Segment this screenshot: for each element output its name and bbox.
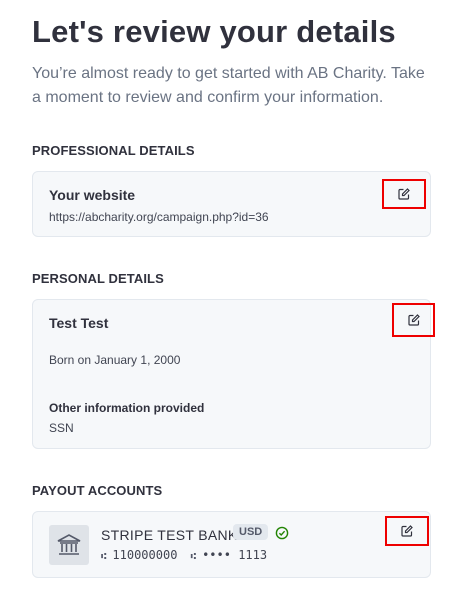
card-payout-account: STRIPE TEST BANK USD ⑆ 110000000 ⑆ •••• 11… [32, 511, 431, 578]
website-value: https://abcharity.org/campaign.php?id=36 [49, 210, 269, 224]
bank-name: STRIPE TEST BANK [101, 527, 238, 543]
section-heading-professional: PROFESSIONAL DETAILS [32, 143, 195, 158]
other-info-value: SSN [49, 421, 74, 435]
card-personal-details: Test Test Born on January 1, 2000 Other … [32, 299, 435, 449]
edit-icon [398, 188, 410, 200]
page-title: Let's review your details [32, 14, 396, 49]
person-name: Test Test [49, 315, 109, 331]
edit-icon [407, 314, 420, 326]
birth-date: Born on January 1, 2000 [49, 353, 181, 367]
edit-payout-button[interactable] [385, 516, 429, 546]
section-heading-payout: PAYOUT ACCOUNTS [32, 483, 163, 498]
account-number-masked: •••• 1113 [202, 548, 268, 562]
edit-professional-button[interactable] [382, 179, 426, 209]
account-symbol: ⑆ [190, 552, 197, 562]
account-numbers: ⑆ 110000000 ⑆ •••• 1113 [101, 548, 267, 562]
currency-badge: USD [233, 524, 269, 540]
routing-symbol: ⑆ [101, 552, 107, 562]
edit-icon [401, 525, 413, 537]
bank-icon [49, 525, 89, 565]
other-info-label: Other information provided [49, 401, 205, 415]
check-circle-icon [275, 526, 289, 540]
page-intro: You’re almost ready to get started with … [32, 65, 425, 106]
edit-personal-button[interactable] [392, 303, 435, 337]
section-heading-personal: PERSONAL DETAILS [32, 271, 164, 286]
card-professional-details: Your website https://abcharity.org/campa… [32, 171, 431, 237]
routing-number: 110000000 [112, 548, 178, 562]
website-label: Your website [49, 187, 136, 203]
